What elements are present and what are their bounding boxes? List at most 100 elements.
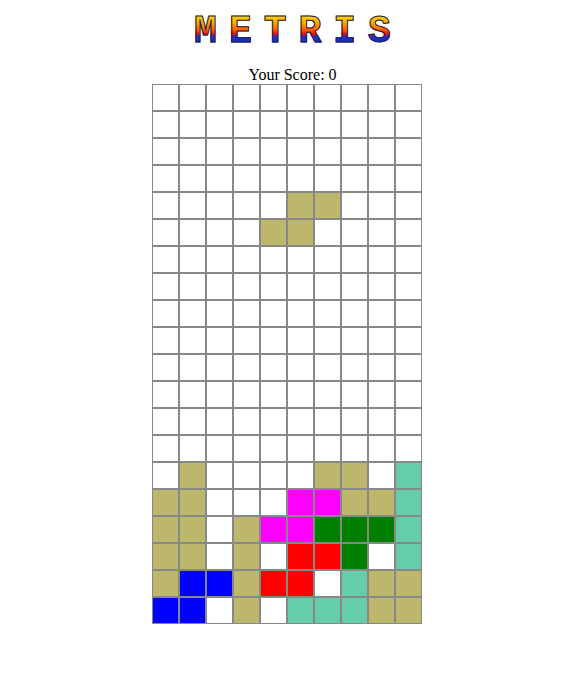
board-cell xyxy=(152,489,179,516)
board-cell xyxy=(179,327,206,354)
board-cell xyxy=(368,219,395,246)
board-cell xyxy=(395,462,422,489)
board-cell xyxy=(179,273,206,300)
board-cell xyxy=(395,597,422,624)
board-cell xyxy=(260,327,287,354)
board-cell xyxy=(341,327,368,354)
board-cell xyxy=(341,462,368,489)
board-cell xyxy=(314,246,341,273)
board-cell xyxy=(341,408,368,435)
board-cell xyxy=(206,138,233,165)
board-cell xyxy=(152,516,179,543)
board-cell xyxy=(395,165,422,192)
board-cell xyxy=(287,381,314,408)
board-cell xyxy=(233,219,260,246)
board-cell xyxy=(260,354,287,381)
board-cell xyxy=(341,543,368,570)
board-cell xyxy=(260,408,287,435)
board-cell xyxy=(233,327,260,354)
board-cell xyxy=(152,435,179,462)
board-cell xyxy=(152,543,179,570)
board-cell xyxy=(260,516,287,543)
board-cell xyxy=(314,381,341,408)
board-cell xyxy=(368,435,395,462)
board-cell xyxy=(179,354,206,381)
board-cell xyxy=(395,219,422,246)
board-cell xyxy=(206,435,233,462)
board-cell xyxy=(260,489,287,516)
board-cell xyxy=(395,381,422,408)
board-cell xyxy=(395,408,422,435)
board-cell xyxy=(314,219,341,246)
board-cell xyxy=(260,570,287,597)
board-cell xyxy=(152,327,179,354)
board-cell xyxy=(314,138,341,165)
board-cell xyxy=(233,516,260,543)
board-cell xyxy=(233,354,260,381)
board-cell xyxy=(287,597,314,624)
board-cell xyxy=(287,165,314,192)
board-cell xyxy=(233,300,260,327)
board-cell xyxy=(206,408,233,435)
board-cell xyxy=(206,111,233,138)
board-cell xyxy=(341,192,368,219)
board-cell xyxy=(206,246,233,273)
board-cell xyxy=(179,408,206,435)
board-cell xyxy=(314,597,341,624)
board-cell xyxy=(395,543,422,570)
board-cell xyxy=(314,435,341,462)
board-cell xyxy=(314,516,341,543)
board-cell xyxy=(314,300,341,327)
board-cell xyxy=(287,489,314,516)
board-cell xyxy=(368,111,395,138)
board-cell xyxy=(341,597,368,624)
board-cell xyxy=(314,327,341,354)
board-cell xyxy=(206,84,233,111)
score-label: Your Score: 0 xyxy=(248,66,336,84)
board-cell xyxy=(152,570,179,597)
board-cell xyxy=(260,435,287,462)
game-page: METRISYour Score: 0 xyxy=(0,0,585,624)
board-cell xyxy=(395,273,422,300)
board-cell xyxy=(206,300,233,327)
board-cell xyxy=(341,381,368,408)
board-cell xyxy=(206,489,233,516)
board-cell xyxy=(179,489,206,516)
board-cell xyxy=(152,246,179,273)
board-cell xyxy=(314,84,341,111)
board-cell xyxy=(233,84,260,111)
board-cell xyxy=(206,354,233,381)
board-cell xyxy=(179,516,206,543)
board-cell xyxy=(233,435,260,462)
board-cell xyxy=(287,219,314,246)
board-cell xyxy=(287,192,314,219)
board-cell xyxy=(314,462,341,489)
board-cell xyxy=(314,165,341,192)
board-cell xyxy=(233,111,260,138)
board-cell xyxy=(287,435,314,462)
board-cell xyxy=(260,246,287,273)
board-cell xyxy=(179,300,206,327)
board-cell xyxy=(152,219,179,246)
board-cell xyxy=(395,354,422,381)
board-cell xyxy=(233,273,260,300)
board-cell xyxy=(179,462,206,489)
board-cell xyxy=(341,246,368,273)
board-cell xyxy=(233,138,260,165)
board-cell xyxy=(314,354,341,381)
board-cell xyxy=(368,570,395,597)
board-cell xyxy=(206,597,233,624)
board-cell xyxy=(395,327,422,354)
board-cell xyxy=(395,84,422,111)
board-cell xyxy=(287,354,314,381)
board-cell xyxy=(206,273,233,300)
board-cell xyxy=(341,354,368,381)
board-cell xyxy=(287,408,314,435)
board-cell xyxy=(368,408,395,435)
board-cell xyxy=(341,273,368,300)
game-board[interactable] xyxy=(152,84,422,624)
board-cell xyxy=(341,138,368,165)
board-cell xyxy=(341,111,368,138)
board-cell xyxy=(341,516,368,543)
board-cell xyxy=(233,192,260,219)
